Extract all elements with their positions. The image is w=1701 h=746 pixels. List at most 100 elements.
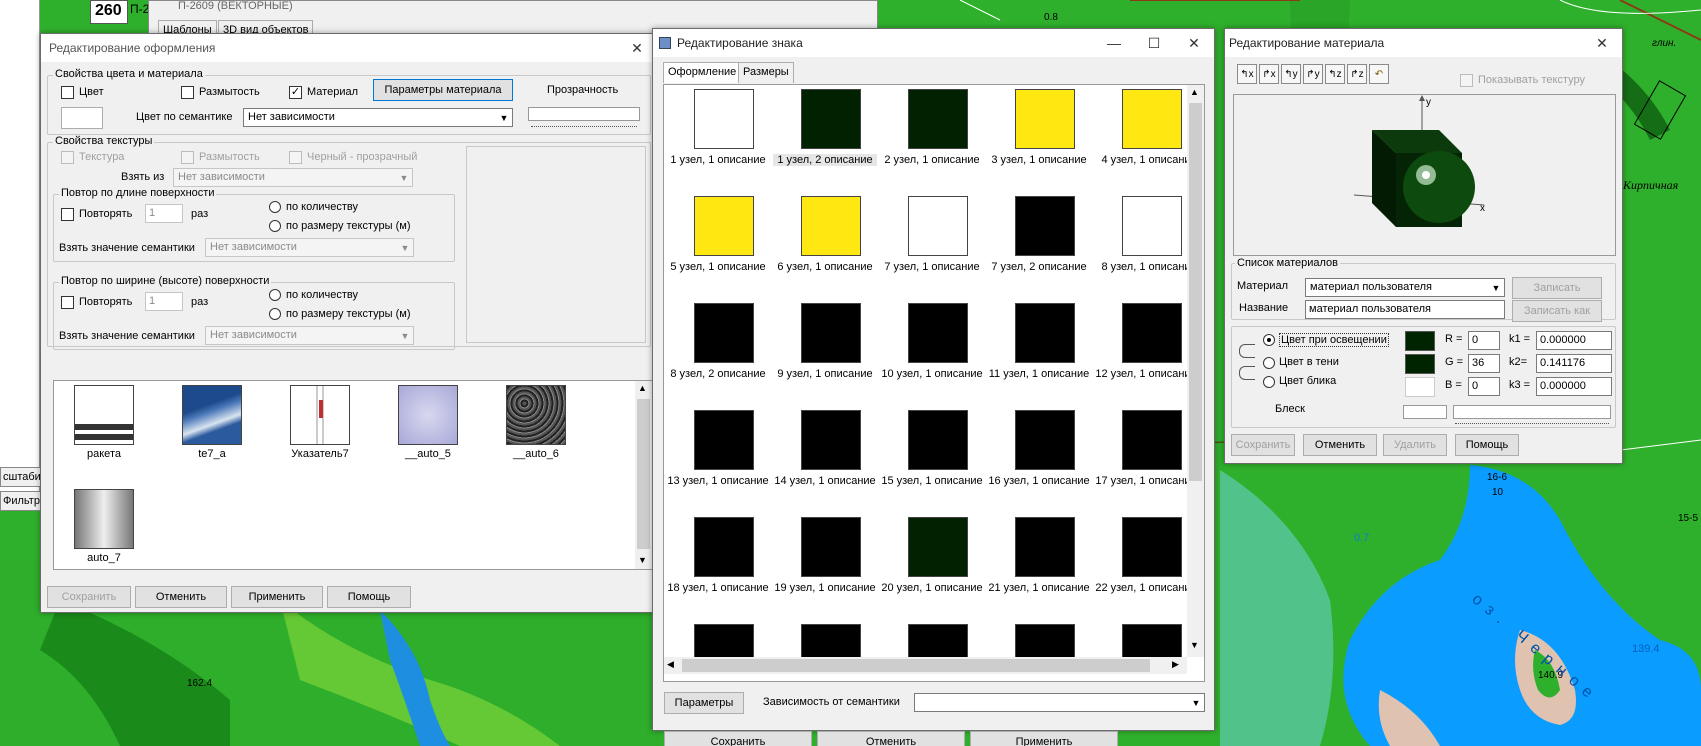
color-checkbox[interactable] [61,86,74,99]
swatch[interactable] [1015,517,1075,577]
rotate-x-right-icon[interactable]: ↱x [1259,64,1279,84]
texture-thumb-auto5[interactable] [398,385,458,445]
swatch[interactable] [1015,196,1075,256]
swatch[interactable] [908,89,968,149]
scroll-up-icon[interactable]: ▲ [638,383,647,393]
by-count-radio[interactable] [269,289,281,301]
close-icon[interactable]: ✕ [1174,29,1214,57]
material-checkbox[interactable]: ✓ [289,86,302,99]
texture-thumb-auto7[interactable] [74,489,134,549]
delete-button[interactable]: Удалить [1383,434,1447,456]
name-field[interactable]: материал пользователя [1305,300,1505,319]
cancel-button[interactable]: Отменить [135,586,227,608]
color-semantic-select[interactable]: Нет зависимости ▼ [243,108,513,127]
cancel-button[interactable]: Отменить [817,731,965,746]
scroll-thumb[interactable] [637,399,650,549]
swatch[interactable] [801,196,861,256]
swatch[interactable] [801,517,861,577]
scroll-up-icon[interactable]: ▲ [1190,87,1199,97]
swatch[interactable] [801,624,861,657]
swatch[interactable] [694,89,754,149]
swatch[interactable] [1122,517,1182,577]
apply-button[interactable]: Применить [970,731,1118,746]
write-as-button[interactable]: Записать как [1512,300,1602,322]
texture-blur-checkbox[interactable] [181,151,194,164]
semantic-dep-select[interactable]: ▼ [914,693,1205,712]
swatch[interactable] [694,517,754,577]
rotate-z-right-icon[interactable]: ↱z [1347,64,1367,84]
scroll-thumb[interactable] [682,659,1150,672]
tab-appearance[interactable]: Оформление [663,62,742,83]
swatch[interactable] [801,303,861,363]
transparency-slider[interactable] [528,107,640,121]
swatch[interactable] [1015,624,1075,657]
show-texture-checkbox[interactable] [1460,74,1473,87]
swatch[interactable] [908,517,968,577]
maximize-icon[interactable]: ☐ [1134,29,1174,57]
r-field[interactable]: 0 [1468,331,1500,350]
save-button[interactable]: Сохранить [664,731,812,746]
scroll-thumb[interactable] [1189,103,1202,481]
swatch[interactable] [1015,89,1075,149]
params-button[interactable]: Параметры [664,692,744,714]
swatch-grid[interactable]: 1 узел, 1 описание 1 узел, 2 описание 2 уз… [664,85,1187,657]
texture-list[interactable]: ракета te7_a Указатель7 __auto_5 __auto_… [53,380,653,570]
apply-button[interactable]: Применить [231,586,323,608]
close-icon[interactable]: ✕ [1582,29,1622,57]
help-button[interactable]: Помощь [327,586,411,608]
save-button[interactable]: Сохранить [1231,434,1295,456]
save-button[interactable]: Сохранить [47,586,131,608]
swatch[interactable] [1122,196,1182,256]
swatch[interactable] [694,624,754,657]
swatch[interactable] [694,196,754,256]
take-from-select[interactable]: Нет зависимости ▼ [173,168,413,187]
texture-thumb-auto6[interactable] [506,385,566,445]
swatch[interactable] [908,196,968,256]
material-params-button[interactable]: Параметры материала [373,79,513,101]
swatch[interactable] [908,624,968,657]
rotate-y-right-icon[interactable]: ↱y [1303,64,1323,84]
swatch[interactable] [694,303,754,363]
highlight-swatch[interactable] [1405,377,1435,397]
cancel-button[interactable]: Отменить [1303,434,1377,456]
lit-swatch[interactable] [1405,331,1435,351]
scroll-down-icon[interactable]: ▼ [1190,640,1199,650]
rotate-x-left-icon[interactable]: ↰x [1237,64,1257,84]
link-top-icon[interactable] [1239,344,1255,358]
bg-left-tab[interactable]: сштаби [0,467,42,487]
swatch[interactable] [1122,624,1182,657]
close-icon[interactable]: ✕ [617,34,657,62]
texture-thumb-ukazatel7[interactable] [290,385,350,445]
swatch[interactable] [1122,89,1182,149]
repeat-length-checkbox[interactable] [61,208,74,221]
g-field[interactable]: 36 [1468,354,1500,373]
scrollbar[interactable]: ▲ ▼ [635,381,652,569]
by-size-radio[interactable] [269,220,281,232]
highlight-color-radio[interactable] [1263,376,1275,388]
bg-filter-tab[interactable]: Фильтр [0,491,42,511]
link-bottom-icon[interactable] [1239,366,1255,380]
undo-icon[interactable]: ↶ [1369,64,1389,84]
texture-thumb-te7a[interactable] [182,385,242,445]
repeat-count-field[interactable]: 1 [145,292,183,311]
rotate-y-left-icon[interactable]: ↰y [1281,64,1301,84]
minimize-icon[interactable]: — [1094,29,1134,57]
swatch[interactable] [801,89,861,149]
help-button[interactable]: Помощь [1455,434,1519,456]
texture-checkbox[interactable] [61,151,74,164]
shine-slider[interactable] [1453,405,1611,419]
k2-field[interactable]: 0.141176 [1536,354,1612,373]
scroll-down-icon[interactable]: ▼ [638,555,647,565]
material-select[interactable]: материал пользователя ▼ [1305,278,1505,297]
scroll-left-icon[interactable]: ◀ [667,659,674,670]
repeat-count-field[interactable]: 1 [145,204,183,223]
k3-field[interactable]: 0.000000 [1536,377,1612,396]
lit-color-radio[interactable] [1263,334,1275,346]
swatch[interactable] [908,303,968,363]
by-size-radio[interactable] [269,308,281,320]
h-scrollbar[interactable]: ◀ ▶ [664,657,1187,674]
shadow-swatch[interactable] [1405,354,1435,374]
by-count-radio[interactable] [269,201,281,213]
blur-checkbox[interactable] [181,86,194,99]
tab-sizes[interactable]: Размеры [738,62,794,83]
